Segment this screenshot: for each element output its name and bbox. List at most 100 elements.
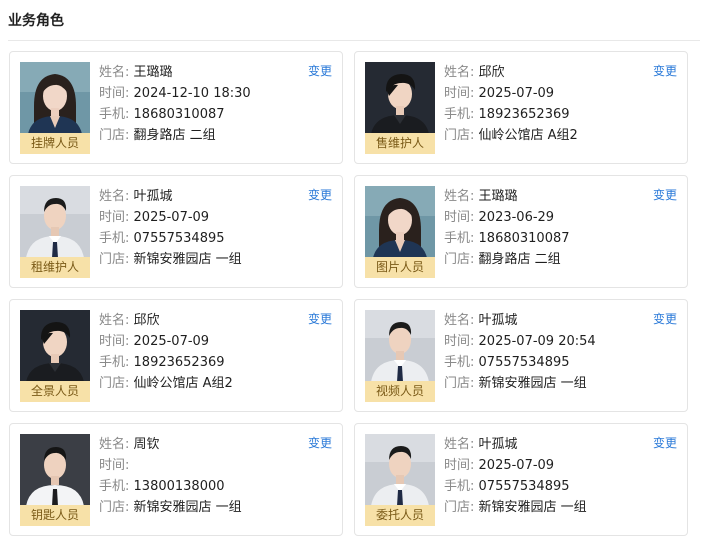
change-link[interactable]: 变更 (653, 186, 677, 204)
store-row: 门店: 新锦安雅园店 一组 (444, 373, 654, 394)
change-link[interactable]: 变更 (308, 62, 332, 80)
role-card: 钥匙人员 姓名: 周钦 时间: 手机: 13800138000 门店: 新锦安雅园店 … (9, 423, 343, 536)
time-row: 时间: (99, 455, 309, 476)
info-block: 姓名: 王璐璐 时间: 2024-12-10 18:30 手机: 186803100… (99, 62, 309, 146)
divider (8, 40, 700, 41)
time-value: 2025-07-09 (478, 458, 555, 473)
time-row: 时间: 2025-07-09 (99, 207, 309, 228)
time-value: 2025-07-09 (133, 334, 210, 349)
store-label: 门店: (99, 252, 130, 267)
role-badge: 售维护人 (365, 133, 435, 154)
name-value: 叶孤城 (478, 313, 518, 328)
info-block: 姓名: 叶孤城 时间: 2025-07-09 手机: 07557534895 门店: … (444, 434, 654, 518)
phone-label: 手机: (99, 107, 130, 122)
name-label: 姓名: (444, 437, 475, 452)
phone-label: 手机: (99, 231, 130, 246)
avatar-block: 视频人员 (365, 310, 435, 402)
avatar-block: 全景人员 (20, 310, 90, 402)
time-label: 时间: (444, 334, 475, 349)
name-value: 王璐璐 (478, 189, 518, 204)
avatar-block: 挂牌人员 (20, 62, 90, 154)
name-label: 姓名: (99, 313, 130, 328)
time-label: 时间: (444, 210, 475, 225)
avatar-block: 委托人员 (365, 434, 435, 526)
store-value: 新锦安雅园店 一组 (478, 376, 587, 391)
info-block: 姓名: 叶孤城 时间: 2025-07-09 手机: 07557534895 门店: … (99, 186, 309, 270)
role-badge: 视频人员 (365, 381, 435, 402)
role-badge: 租维护人 (20, 257, 90, 278)
store-row: 门店: 新锦安雅园店 一组 (99, 249, 309, 270)
change-link[interactable]: 变更 (653, 434, 677, 452)
avatar-block: 租维护人 (20, 186, 90, 278)
time-row: 时间: 2025-07-09 (444, 83, 654, 104)
name-value: 叶孤城 (133, 189, 173, 204)
time-row: 时间: 2024-12-10 18:30 (99, 83, 309, 104)
name-label: 姓名: (444, 313, 475, 328)
phone-value: 07557534895 (478, 355, 570, 370)
role-card: 图片人员 姓名: 王璐璐 时间: 2023-06-29 手机: 18680310087… (354, 175, 688, 288)
store-value: 翻身路店 二组 (133, 128, 216, 143)
time-value: 2025-07-09 (478, 86, 555, 101)
avatar (365, 186, 435, 258)
name-label: 姓名: (99, 437, 130, 452)
name-value: 邱欣 (478, 65, 505, 80)
role-badge: 钥匙人员 (20, 505, 90, 526)
name-value: 邱欣 (133, 313, 160, 328)
change-link[interactable]: 变更 (308, 310, 332, 328)
store-value: 仙岭公馆店 A组2 (133, 376, 233, 391)
name-row: 姓名: 叶孤城 (99, 186, 309, 207)
avatar (365, 62, 435, 134)
store-row: 门店: 仙岭公馆店 A组2 (99, 373, 309, 394)
time-label: 时间: (444, 86, 475, 101)
avatar (20, 434, 90, 506)
name-value: 周钦 (133, 437, 160, 452)
time-value: 2025-07-09 20:54 (478, 334, 596, 349)
name-row: 姓名: 王璐璐 (99, 62, 309, 83)
time-label: 时间: (99, 210, 130, 225)
phone-label: 手机: (444, 479, 475, 494)
change-link[interactable]: 变更 (308, 186, 332, 204)
time-value: 2024-12-10 18:30 (133, 86, 251, 101)
time-label: 时间: (99, 334, 130, 349)
name-row: 姓名: 叶孤城 (444, 310, 654, 331)
avatar (365, 310, 435, 382)
name-row: 姓名: 周钦 (99, 434, 309, 455)
change-link[interactable]: 变更 (653, 310, 677, 328)
name-label: 姓名: (99, 189, 130, 204)
time-value: 2025-07-09 (133, 210, 210, 225)
name-value: 王璐璐 (133, 65, 173, 80)
store-label: 门店: (99, 500, 130, 515)
time-label: 时间: (99, 86, 130, 101)
avatar-block: 售维护人 (365, 62, 435, 154)
avatar-block: 图片人员 (365, 186, 435, 278)
store-value: 翻身路店 二组 (478, 252, 561, 267)
role-card: 全景人员 姓名: 邱欣 时间: 2025-07-09 手机: 18923652369 门… (9, 299, 343, 412)
name-row: 姓名: 邱欣 (444, 62, 654, 83)
info-block: 姓名: 王璐璐 时间: 2023-06-29 手机: 18680310087 门店: … (444, 186, 654, 270)
time-value: 2023-06-29 (478, 210, 555, 225)
phone-row: 手机: 18923652369 (444, 104, 654, 125)
store-label: 门店: (444, 500, 475, 515)
store-label: 门店: (99, 128, 130, 143)
phone-row: 手机: 13800138000 (99, 476, 309, 497)
phone-value: 18680310087 (133, 107, 225, 122)
phone-value: 13800138000 (133, 479, 225, 494)
store-label: 门店: (444, 376, 475, 391)
store-value: 仙岭公馆店 A组2 (478, 128, 578, 143)
time-label: 时间: (444, 458, 475, 473)
change-link[interactable]: 变更 (653, 62, 677, 80)
store-value: 新锦安雅园店 一组 (133, 252, 242, 267)
role-card: 视频人员 姓名: 叶孤城 时间: 2025-07-09 20:54 手机: 07557… (354, 299, 688, 412)
store-value: 新锦安雅园店 一组 (133, 500, 242, 515)
phone-row: 手机: 18680310087 (444, 228, 654, 249)
time-row: 时间: 2025-07-09 (444, 455, 654, 476)
phone-label: 手机: (99, 479, 130, 494)
avatar-block: 钥匙人员 (20, 434, 90, 526)
change-link[interactable]: 变更 (308, 434, 332, 452)
store-row: 门店: 翻身路店 二组 (444, 249, 654, 270)
role-card: 委托人员 姓名: 叶孤城 时间: 2025-07-09 手机: 07557534895… (354, 423, 688, 536)
phone-value: 18680310087 (478, 231, 570, 246)
store-label: 门店: (444, 128, 475, 143)
info-block: 姓名: 叶孤城 时间: 2025-07-09 20:54 手机: 075575348… (444, 310, 654, 394)
store-row: 门店: 翻身路店 二组 (99, 125, 309, 146)
